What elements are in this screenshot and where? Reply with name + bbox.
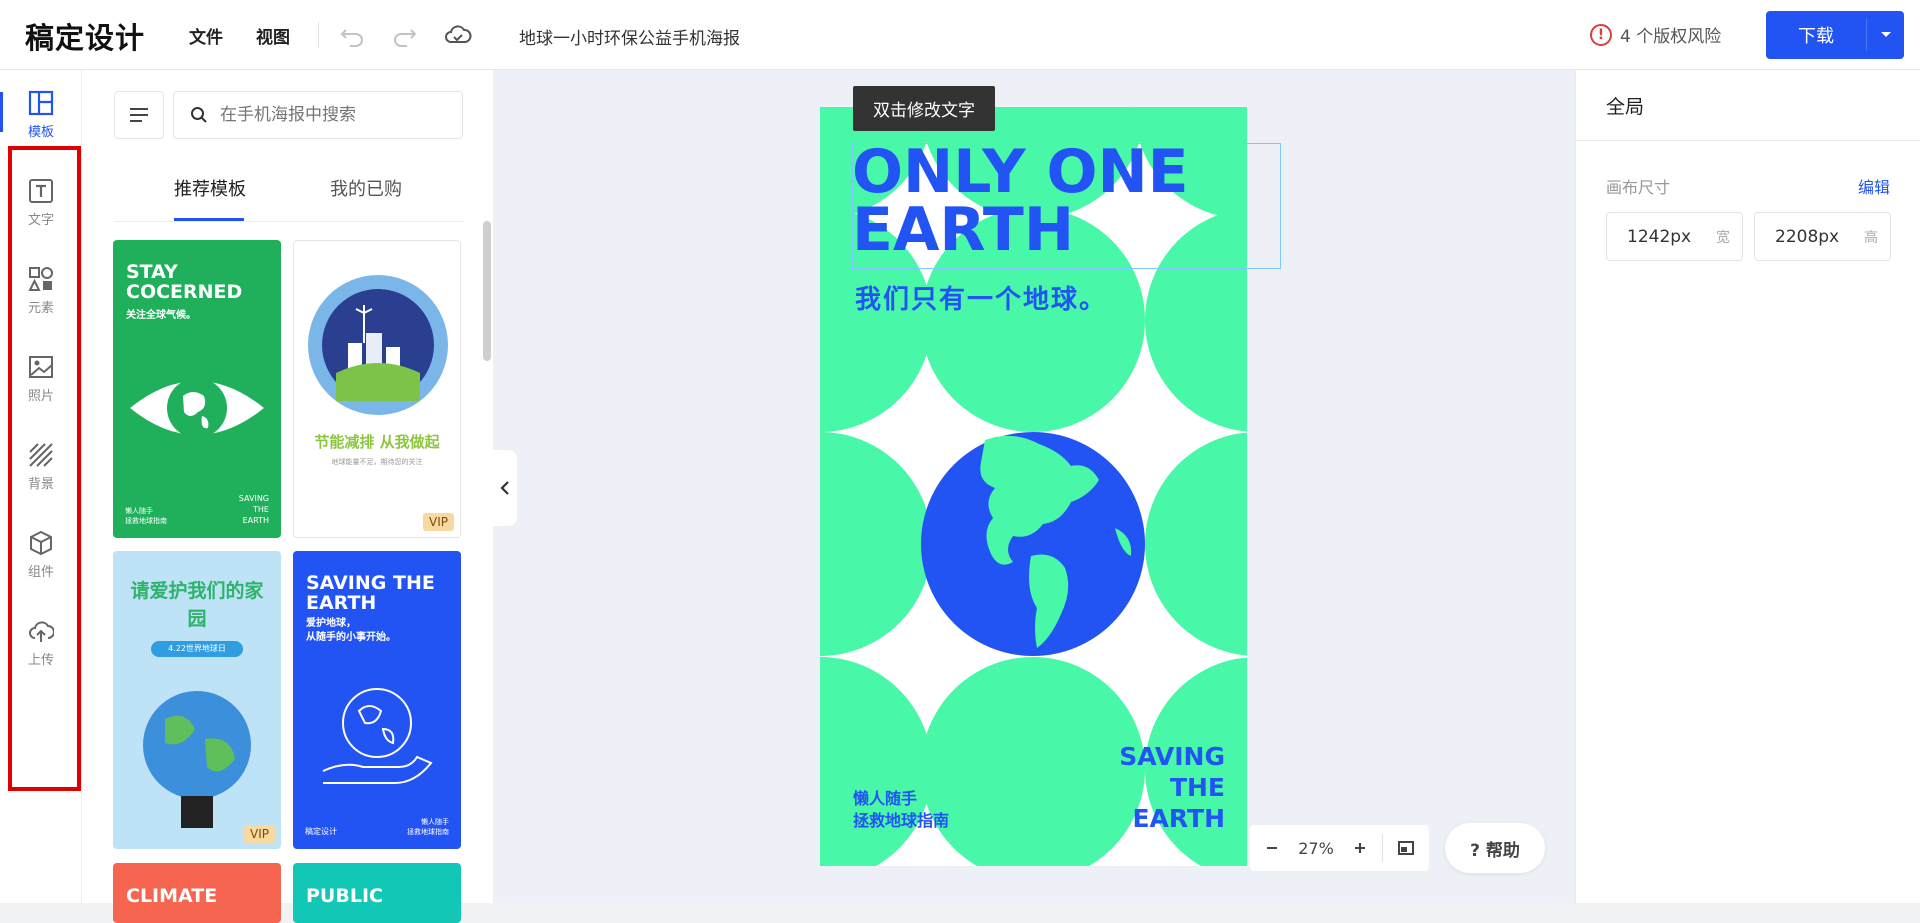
template-card-footer-right: SAVING THE EARTH [238, 494, 269, 525]
left-rail: 模板 文字 元素 照片 背景 组件 上传 [0, 70, 82, 903]
warning-icon: ! [1590, 23, 1612, 46]
city-circle-illustration [308, 275, 448, 415]
menu-view[interactable]: 视图 [256, 23, 290, 48]
eye-earth-icon [130, 378, 264, 438]
poster-saving-line: THE [1169, 773, 1225, 802]
template-card-footer-right: 懒人随手 拯救地球指南 [407, 818, 449, 836]
menu-icon [130, 108, 148, 122]
zoom-out-button[interactable] [1250, 825, 1294, 871]
chevron-down-icon [1880, 32, 1891, 37]
template-card-title: CLIMATE [126, 885, 218, 907]
template-card-title: 请爱护我们的家园 [130, 580, 264, 630]
template-card-subtitle: 爱护地球， 从随手的小事开始。 [306, 618, 396, 643]
edit-text-tooltip: 双击修改文字 [853, 86, 995, 131]
canvas-height-field[interactable]: 2208px 高 [1754, 212, 1891, 261]
template-icon [28, 90, 54, 116]
tab-divider [114, 221, 464, 222]
toolbar-divider [318, 22, 319, 48]
template-card[interactable]: CLIMATE [113, 863, 281, 923]
vip-badge: VIP [423, 513, 454, 531]
template-card-subtitle: 4.22世界地球日 [151, 641, 243, 657]
poster-circle [1145, 432, 1247, 656]
poster-bottom-left-line: 拯救地球指南 [853, 811, 950, 830]
tab-recommended[interactable]: 推荐模板 [174, 175, 246, 201]
template-card-title: STAY COCERNED [126, 261, 243, 303]
properties-divider [1576, 140, 1920, 141]
template-panel: 推荐模板 我的已购 STAY COCERNED 关注全球气候。 懒人随手 拯救地… [82, 70, 493, 923]
canvas-width-field[interactable]: 1242px 宽 [1606, 212, 1743, 261]
tab-purchased[interactable]: 我的已购 [330, 175, 402, 201]
search-icon [191, 107, 207, 123]
canvas-height-unit: 高 [1864, 229, 1878, 246]
template-card-subtitle: 地球能量不足，期待您的关注 [331, 458, 423, 466]
text-selection-box[interactable] [852, 143, 1281, 269]
poster-saving-line: EARTH [1132, 804, 1225, 833]
earth-globe-illustration [921, 432, 1145, 656]
qr-code [181, 796, 213, 828]
poster-saving-text[interactable]: SAVING THE EARTH [1119, 741, 1225, 834]
rail-active-indicator [0, 92, 3, 132]
collapse-panel-button[interactable] [493, 450, 517, 526]
template-card-title: PUBLIC [306, 885, 383, 907]
copyright-risk[interactable]: ! 4 个版权风险 [1590, 22, 1721, 47]
template-card[interactable]: 节能减排 从我做起 地球能量不足，期待您的关注 VIP [293, 240, 461, 538]
template-card-subtitle: 关注全球气候。 [126, 310, 196, 321]
search-input[interactable] [220, 105, 440, 125]
poster-subtitle[interactable]: 我们只有一个地球。 [855, 279, 1107, 316]
top-bar: 稿定设计 文件 视图 地球一小时环保公益手机海报 ! 4 个版权风险 下载 [0, 0, 1920, 70]
chevron-left-icon [500, 481, 509, 495]
canvas-size-label: 画布尺寸 [1606, 178, 1671, 197]
panel-scrollbar[interactable] [483, 221, 491, 361]
redo-icon[interactable] [389, 20, 419, 50]
template-card[interactable]: 请爱护我们的家园 4.22世界地球日 VIP [113, 551, 281, 849]
canvas-width-value: 1242px [1627, 226, 1692, 247]
app-logo[interactable]: 稿定设计 [25, 15, 145, 57]
minimap-button[interactable] [1383, 825, 1429, 871]
canvas-height-value: 2208px [1775, 226, 1840, 247]
template-search[interactable] [173, 91, 463, 139]
cloud-save-icon[interactable] [443, 20, 473, 50]
poster-saving-line: SAVING [1119, 742, 1225, 771]
template-card[interactable]: PUBLIC [293, 863, 461, 923]
zoom-in-button[interactable] [1338, 825, 1382, 871]
canvas-size-edit-link[interactable]: 编辑 [1858, 174, 1890, 198]
undo-icon[interactable] [338, 20, 368, 50]
rail-label: 模板 [27, 125, 54, 140]
poster-bottom-left[interactable]: 懒人随手 拯救地球指南 [853, 788, 949, 832]
menu-file[interactable]: 文件 [189, 23, 223, 48]
properties-title: 全局 [1606, 96, 1645, 118]
menu-toggle-button[interactable] [114, 91, 164, 139]
template-card-footer-left: 懒人随手 拯救地球指南 [125, 507, 167, 525]
minus-icon [1267, 847, 1277, 849]
download-label[interactable]: 下载 [1766, 11, 1866, 59]
properties-panel: 全局 画布尺寸 编辑 1242px 宽 2208px 高 [1575, 70, 1920, 903]
template-card-title: SAVING THE EARTH [306, 572, 435, 614]
canvas-width-unit: 宽 [1716, 229, 1730, 246]
hand-earth-icon [322, 688, 433, 784]
zoom-control: 27% [1250, 825, 1429, 871]
minimap-icon [1398, 841, 1414, 855]
template-card[interactable]: SAVING THE EARTH 爱护地球， 从随手的小事开始。 稿定设计 懒人… [293, 551, 461, 849]
template-card[interactable]: STAY COCERNED 关注全球气候。 懒人随手 拯救地球指南 SAVING… [113, 240, 281, 538]
download-button[interactable]: 下载 [1766, 11, 1904, 59]
download-dropdown[interactable] [1867, 11, 1904, 59]
vip-badge: VIP [244, 825, 275, 843]
template-card-footer-left: 稿定设计 [305, 827, 337, 836]
plus-icon [1355, 843, 1365, 853]
poster-circle [820, 657, 932, 866]
poster-bottom-left-line: 懒人随手 [853, 789, 918, 808]
help-button[interactable]: ? 帮助 [1445, 823, 1545, 873]
drawn-earth-illustration [143, 691, 251, 799]
zoom-level[interactable]: 27% [1294, 825, 1338, 871]
template-card-title: 节能减排 从我做起 [314, 433, 440, 451]
copyright-risk-text: 4 个版权风险 [1620, 27, 1722, 47]
poster-circle [820, 432, 932, 656]
poster-circle [921, 657, 1145, 866]
document-title[interactable]: 地球一小时环保公益手机海报 [519, 24, 740, 49]
tab-active-underline [174, 218, 244, 221]
rail-highlight-box [8, 146, 81, 791]
